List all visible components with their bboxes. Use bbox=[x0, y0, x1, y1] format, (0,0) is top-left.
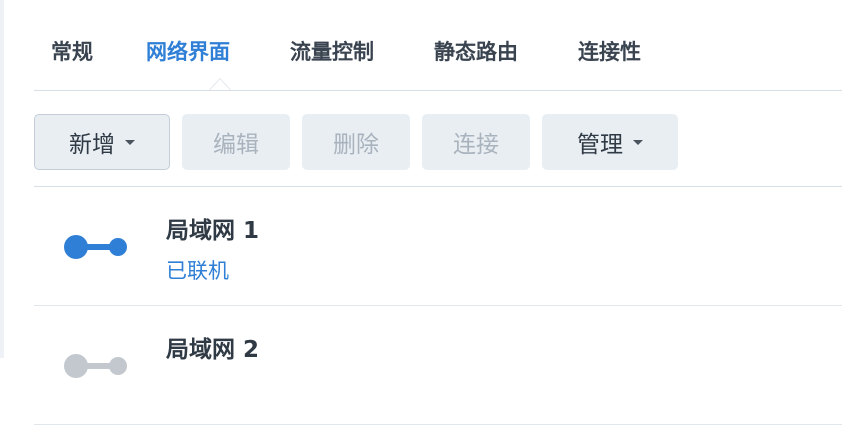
manage-button[interactable]: 管理 bbox=[542, 114, 678, 170]
tab-bar: 常规 网络界面 流量控制 静态路由 连接性 bbox=[34, 0, 842, 91]
window-edge bbox=[0, 0, 4, 358]
interface-row-lan2[interactable]: 局域网 2 bbox=[34, 306, 842, 425]
tab-general[interactable]: 常规 bbox=[51, 36, 93, 66]
interface-status: 已联机 bbox=[166, 259, 229, 283]
tab-static-route[interactable]: 静态路由 bbox=[434, 36, 518, 66]
connect-button-label: 连接 bbox=[453, 132, 499, 158]
chevron-down-icon bbox=[633, 139, 643, 145]
connect-button[interactable]: 连接 bbox=[422, 114, 530, 170]
tab-connectivity[interactable]: 连接性 bbox=[578, 36, 641, 66]
create-button-label: 新增 bbox=[69, 132, 115, 158]
tab-network-interface[interactable]: 网络界面 bbox=[146, 36, 230, 66]
interface-name: 局域网 2 bbox=[166, 337, 260, 363]
tab-traffic-control[interactable]: 流量控制 bbox=[290, 36, 374, 66]
manage-button-label: 管理 bbox=[577, 132, 623, 158]
delete-button[interactable]: 删除 bbox=[302, 114, 410, 170]
interface-row-lan1[interactable]: 局域网 1 已联机 bbox=[34, 187, 842, 306]
create-button[interactable]: 新增 bbox=[34, 114, 170, 170]
interface-name: 局域网 1 bbox=[166, 218, 260, 244]
chevron-down-icon bbox=[125, 139, 135, 145]
network-disconnected-icon bbox=[64, 354, 127, 378]
toolbar: 新增 编辑 删除 连接 管理 bbox=[34, 114, 842, 170]
delete-button-label: 删除 bbox=[333, 132, 379, 158]
interface-list: 局域网 1 已联机 局域网 2 bbox=[34, 187, 842, 425]
edit-button-label: 编辑 bbox=[213, 132, 259, 158]
edit-button[interactable]: 编辑 bbox=[182, 114, 290, 170]
network-connected-icon bbox=[64, 235, 127, 259]
